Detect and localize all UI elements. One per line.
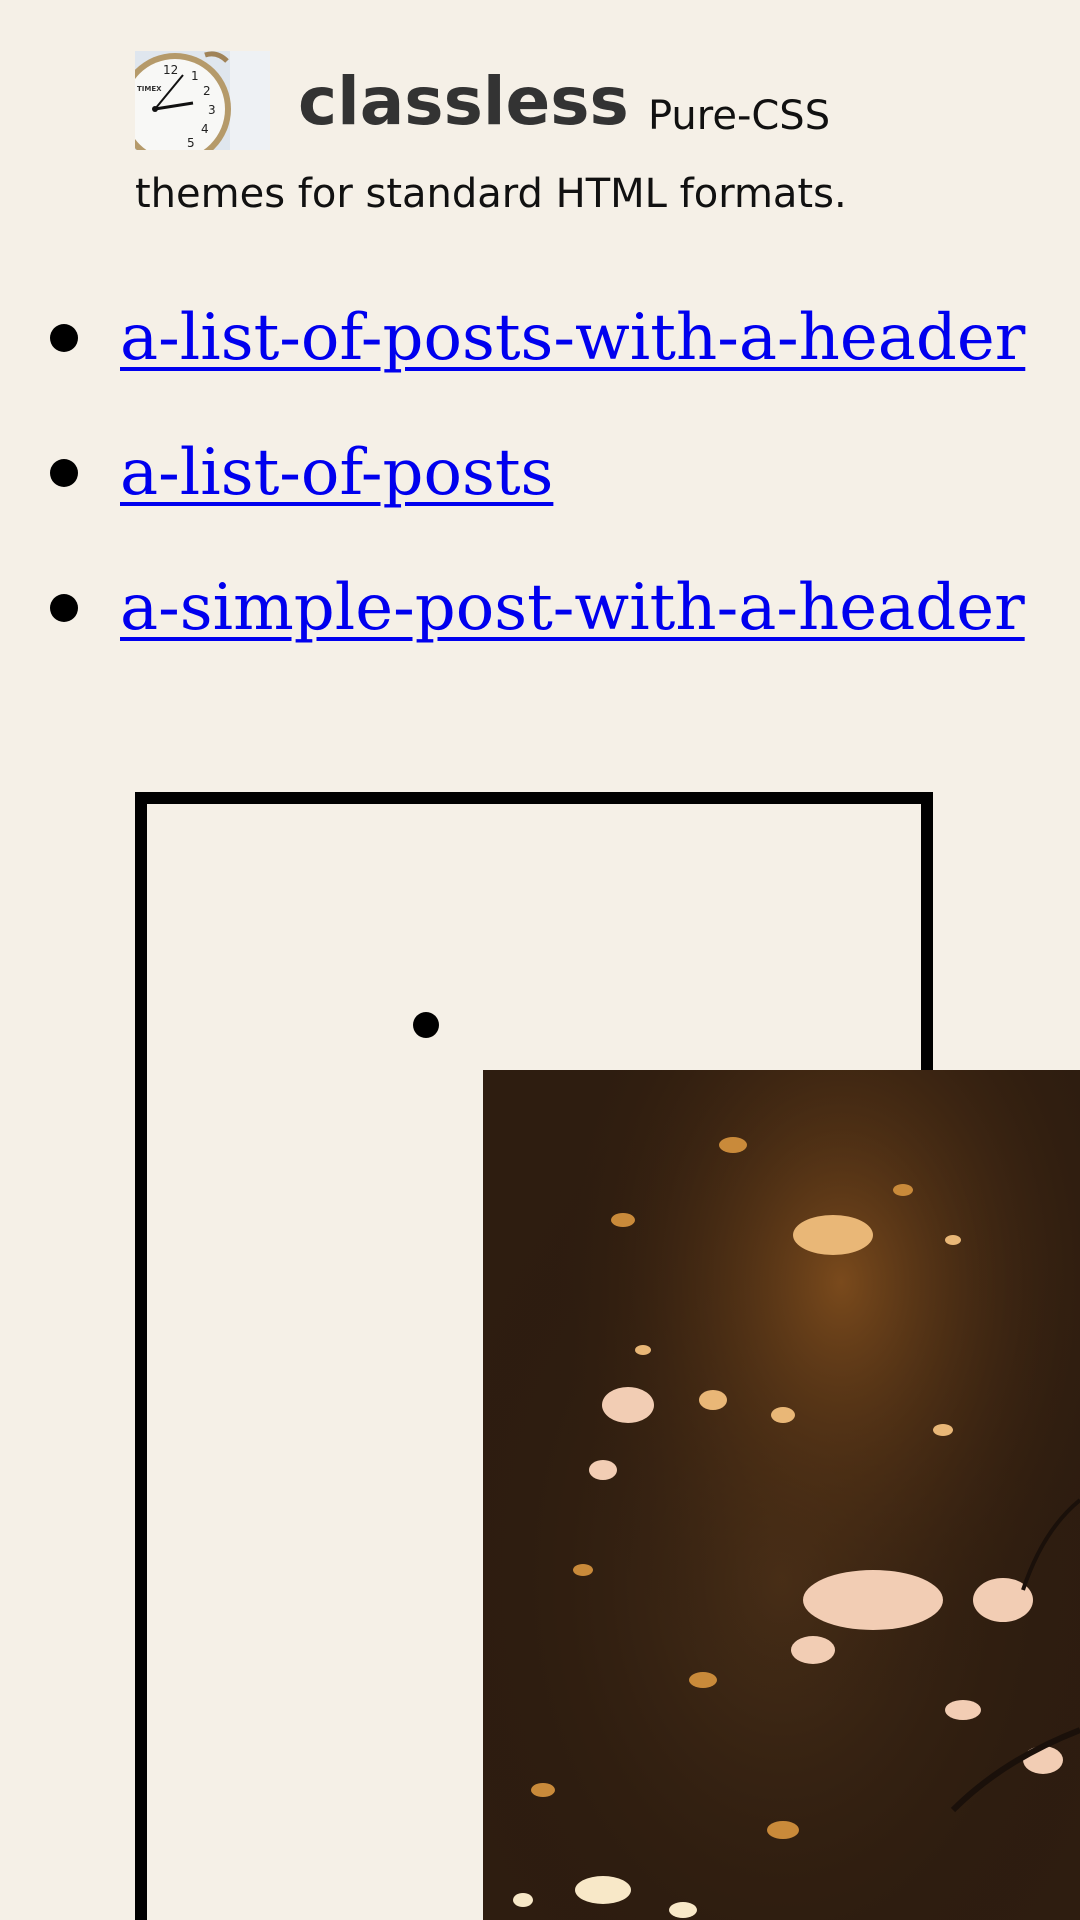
post-link-a-simple-post-with-a-header[interactable]: a-simple-post-with-a-header: [120, 560, 1025, 656]
post-link-a-list-of-posts[interactable]: a-list-of-posts: [120, 425, 553, 521]
svg-text:4: 4: [201, 122, 209, 136]
autumn-leaves-image: [483, 1070, 1080, 1920]
bullet-icon: [50, 459, 78, 487]
bullet-icon: [50, 324, 78, 352]
svg-text:12: 12: [163, 63, 178, 77]
svg-text:1: 1: [191, 69, 199, 83]
svg-text:3: 3: [208, 103, 216, 117]
site-title: classless: [298, 63, 629, 140]
svg-text:TIMEX: TIMEX: [137, 85, 162, 93]
bullet-icon: [50, 594, 78, 622]
post-link-a-list-of-posts-with-a-header[interactable]: a-list-of-posts-with-a-header: [120, 290, 1025, 386]
alarm-clock-icon: 12 1 2 3 4 5 TIMEX: [135, 51, 270, 150]
site-tagline-part-1: Pure-CSS: [648, 93, 831, 139]
bullet-icon: [413, 1012, 439, 1038]
svg-text:5: 5: [187, 136, 195, 150]
site-tagline-part-2: themes for standard HTML formats.: [135, 171, 847, 217]
site-logo: 12 1 2 3 4 5 TIMEX: [135, 51, 270, 150]
autumn-leaves-photo: [483, 1070, 1080, 1920]
svg-text:2: 2: [203, 84, 211, 98]
